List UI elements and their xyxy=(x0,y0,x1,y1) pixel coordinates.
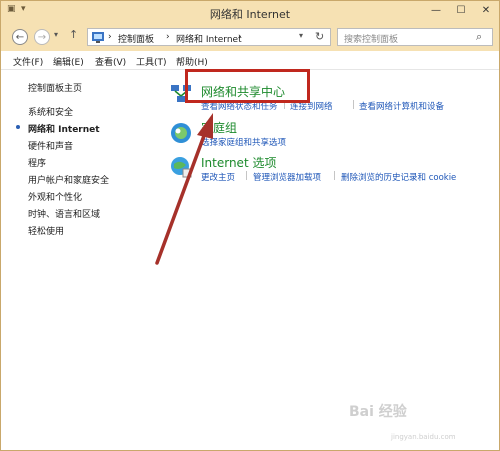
watermark-logo: Bai 经验 xyxy=(349,404,407,420)
control-panel-window: ▣ ▾ 网络和 Internet — ☐ ✕ ← → ▾ ↑ › 控制面板 › … xyxy=(0,0,500,451)
watermark-url: jingyan.baidu.com xyxy=(391,433,456,441)
annotation-arrow xyxy=(155,113,213,265)
